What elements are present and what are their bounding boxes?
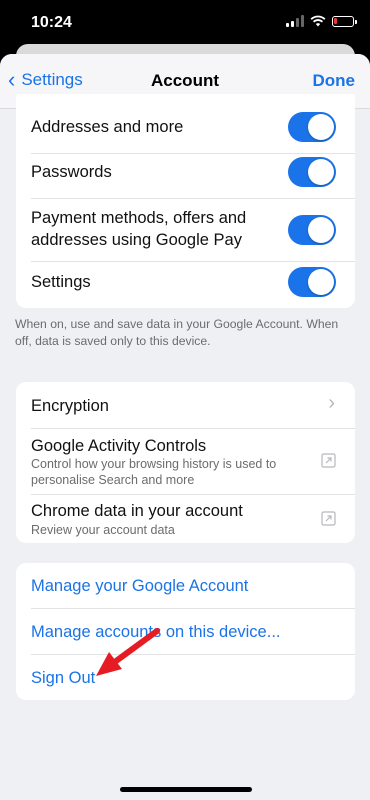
home-indicator [120, 787, 252, 792]
annotation-arrow-icon [96, 628, 160, 676]
